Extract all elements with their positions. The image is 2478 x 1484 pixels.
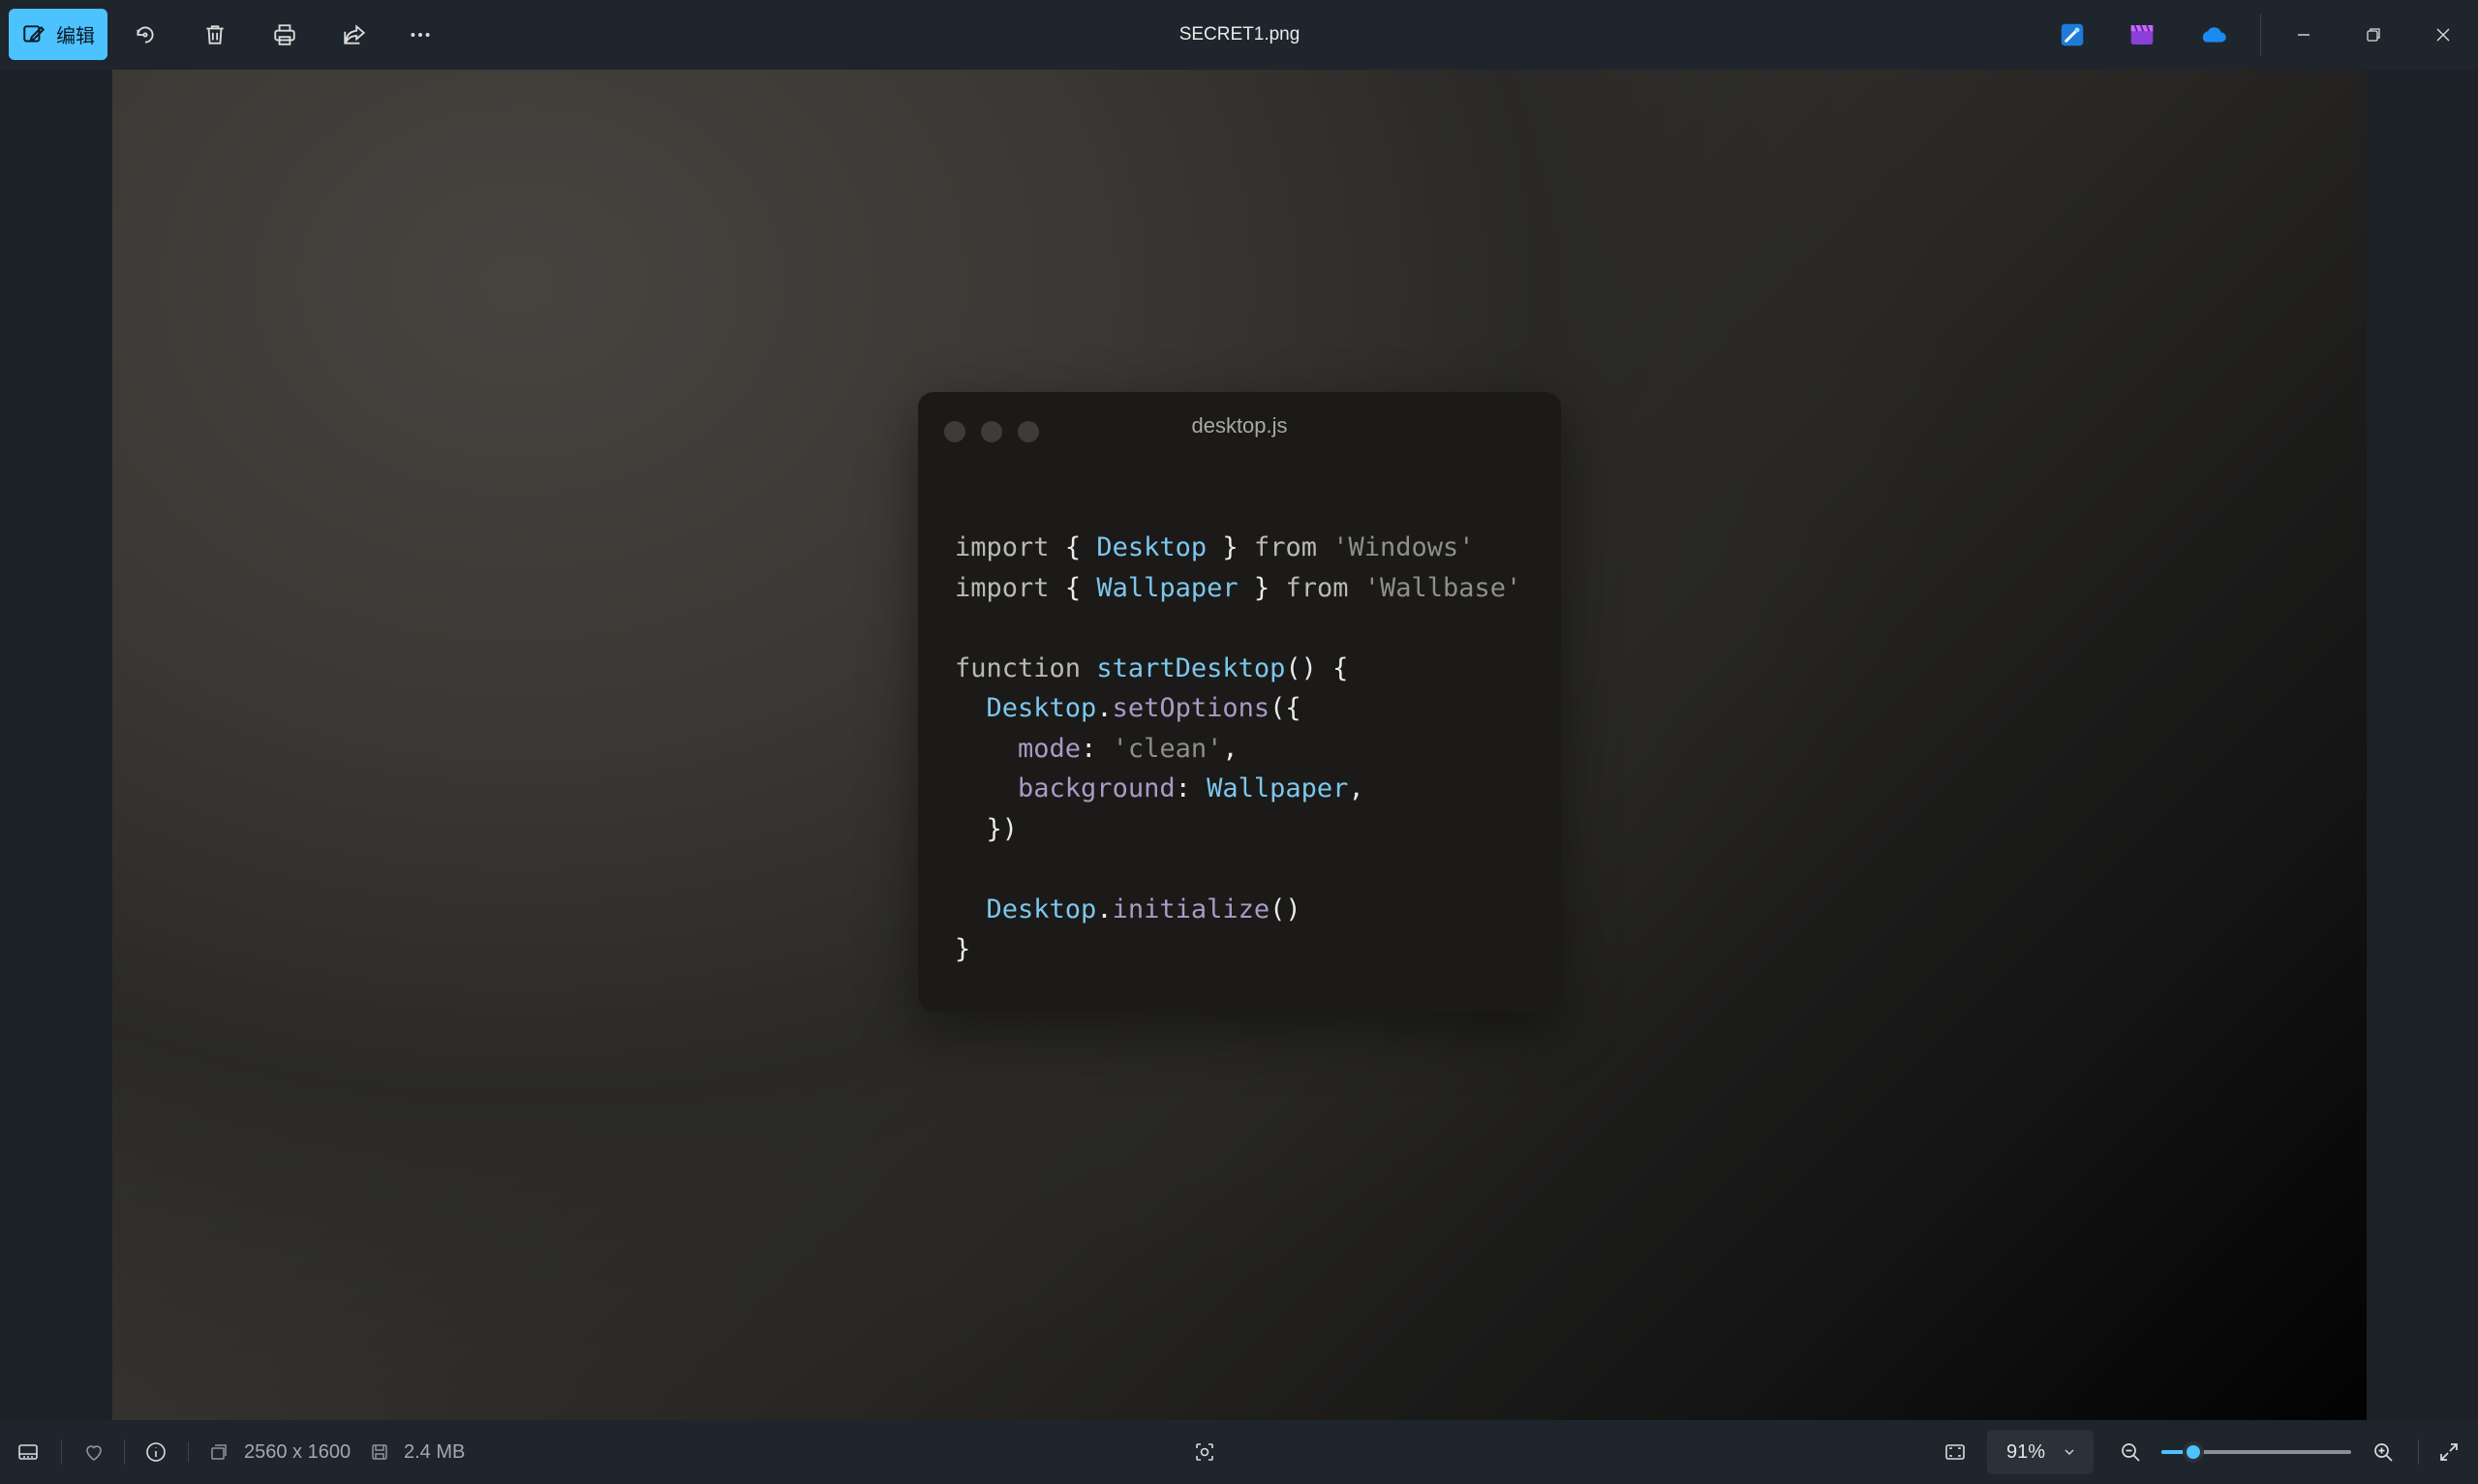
- close-button[interactable]: [2419, 12, 2467, 58]
- dimensions-icon-wrap: [204, 1438, 233, 1467]
- zoom-slider[interactable]: [2161, 1441, 2351, 1463]
- displayed-image: desktop.js import { Desktop } from 'Wind…: [112, 70, 2367, 1420]
- more-button[interactable]: [400, 15, 441, 55]
- dimensions-icon: [211, 1444, 227, 1460]
- onedrive-icon: [2202, 27, 2226, 43]
- file-size: 2.4 MB: [404, 1441, 466, 1463]
- share-button[interactable]: [334, 15, 375, 55]
- file-info-button[interactable]: [141, 1438, 170, 1467]
- delete-button[interactable]: [195, 15, 235, 55]
- status-divider: [188, 1441, 189, 1463]
- minimize-button[interactable]: [2279, 12, 2328, 58]
- clipchamp-button[interactable]: [2125, 17, 2159, 52]
- filmstrip-icon: [18, 1444, 38, 1460]
- rotate-icon: [137, 26, 154, 44]
- image-dimensions: 2560 x 1600: [244, 1441, 352, 1463]
- zoom-out-icon: [2122, 1443, 2140, 1462]
- title-bar: 编辑 SECRET1.png: [0, 0, 2478, 70]
- onedrive-button[interactable]: [2195, 17, 2230, 52]
- edit-button[interactable]: 编辑: [9, 9, 107, 60]
- image-viewer[interactable]: desktop.js import { Desktop } from 'Wind…: [0, 70, 2478, 1420]
- designer-icon: [2061, 23, 2084, 46]
- full-screen-icon: [2440, 1443, 2458, 1461]
- zoom-slider-thumb[interactable]: [2183, 1441, 2205, 1463]
- edit-icon: [23, 24, 46, 42]
- fit-to-window-button[interactable]: [1941, 1438, 1970, 1467]
- print-icon: [274, 24, 295, 45]
- designer-button[interactable]: [2055, 17, 2090, 52]
- heart-icon: [86, 1445, 102, 1461]
- restore-icon: [2367, 28, 2380, 42]
- print-button[interactable]: [264, 15, 305, 55]
- full-screen-button[interactable]: [2434, 1438, 2463, 1467]
- window-title: SECRET1.png: [1178, 24, 1300, 45]
- zoom-in-icon: [2374, 1443, 2393, 1462]
- code-block: import { Desktop } from 'Windows' import…: [955, 532, 1522, 964]
- more-icon: [411, 33, 430, 37]
- status-bar: 2560 x 1600 2.4 MB 91%: [0, 1420, 2478, 1484]
- chevron-down-icon: [2065, 1449, 2074, 1456]
- status-divider: [61, 1439, 62, 1465]
- zoom-level: 91%: [2006, 1440, 2046, 1463]
- scan-button[interactable]: [1190, 1438, 1219, 1467]
- filmstrip-button[interactable]: [14, 1438, 43, 1467]
- share-icon: [344, 24, 366, 45]
- code-window: desktop.js import { Desktop } from 'Wind…: [918, 392, 1561, 1012]
- close-icon: [2436, 28, 2450, 42]
- zoom-in-button[interactable]: [2369, 1438, 2398, 1467]
- fit-window-icon: [1945, 1444, 1965, 1460]
- rotate-button[interactable]: [125, 15, 166, 55]
- code-window-title: desktop.js: [1191, 413, 1288, 438]
- minimize-icon: [2298, 34, 2310, 36]
- file-size-icon-wrap: [365, 1438, 394, 1467]
- status-divider: [2418, 1439, 2419, 1465]
- favorite-button[interactable]: [79, 1438, 108, 1467]
- toolbar-divider: [2260, 14, 2261, 56]
- edit-button-label: 编辑: [56, 26, 95, 47]
- zoom-dropdown[interactable]: 91%: [1987, 1430, 2094, 1474]
- status-divider: [124, 1439, 125, 1465]
- zoom-out-button[interactable]: [2116, 1438, 2145, 1467]
- clipchamp-icon: [2130, 24, 2154, 45]
- delete-icon: [206, 25, 224, 45]
- visual-search-icon: [1196, 1443, 1213, 1461]
- restore-button[interactable]: [2349, 12, 2398, 58]
- info-icon: [146, 1442, 166, 1462]
- save-icon: [372, 1444, 387, 1460]
